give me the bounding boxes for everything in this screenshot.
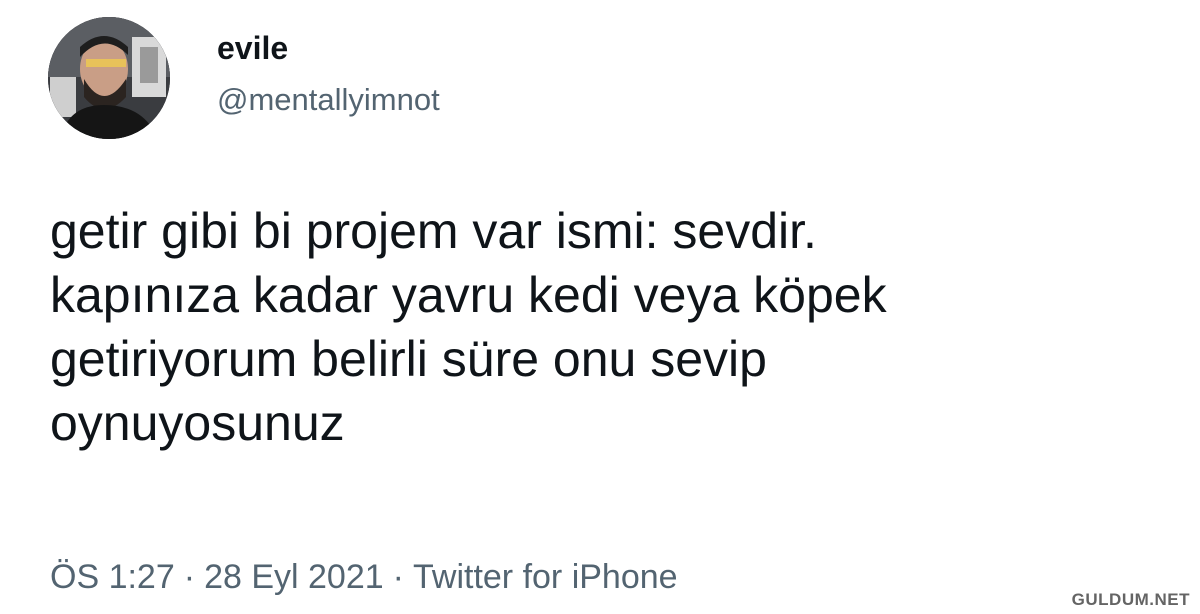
profile-photo-icon	[48, 17, 170, 139]
tweet-text-line: oynuyosunuz	[50, 395, 345, 451]
site-watermark: GULDUM.NET	[1071, 590, 1190, 609]
tweet-time[interactable]: ÖS 1:27	[50, 558, 175, 596]
meta-separator: ·	[392, 558, 404, 596]
tweet-text-line: getiriyorum belirli süre onu sevip	[50, 331, 767, 387]
tweet-text: getir gibi bi projem var ismi: sevdir. k…	[50, 199, 1160, 455]
tweet-text-line: getir gibi bi projem var ismi: sevdir.	[50, 203, 817, 259]
meta-separator: ·	[183, 558, 196, 596]
author-handle[interactable]: @mentallyimnot	[217, 84, 440, 115]
tweet-source-link[interactable]: Twitter for iPhone	[413, 558, 678, 596]
tweet-metadata: ÖS 1:27 · 28 Eyl 2021 · Twitter for iPhone	[50, 560, 678, 594]
tweet-text-line: kapınıza kadar yavru kedi veya köpek	[50, 267, 887, 323]
avatar[interactable]	[48, 17, 170, 139]
author-display-name[interactable]: evile	[217, 32, 288, 64]
tweet-date[interactable]: 28 Eyl 2021	[204, 558, 384, 596]
